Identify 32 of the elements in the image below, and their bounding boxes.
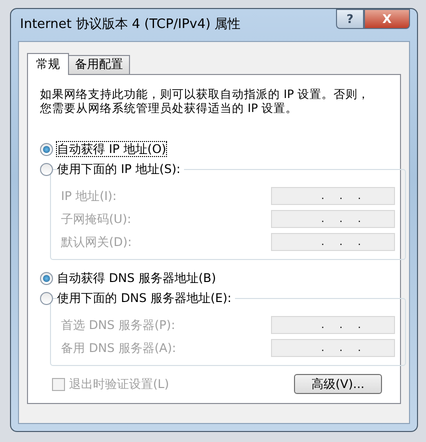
tab[interactable]: 备用配置 <box>68 55 130 74</box>
checkbox-label: 退出时验证设置(L) <box>69 377 170 391</box>
dot-separator: . <box>358 190 361 204</box>
dot-separator: . <box>339 190 343 204</box>
field-label: 默认网关(D): <box>61 234 132 248</box>
dot-separator: . <box>339 212 343 226</box>
radio-label[interactable]: 自动获得 IP 地址(O) <box>57 142 166 156</box>
radio-label[interactable]: 自动获得 DNS 服务器地址(B) <box>57 271 216 285</box>
radio-label[interactable]: 使用下面的 DNS 服务器地址(E): <box>57 291 236 305</box>
field-label: 首选 DNS 服务器(P): <box>61 318 176 332</box>
description-text: 如果网络支持此功能，则可以获取自动指派的 IP 设置。否则， <box>40 87 371 101</box>
dot-separator: . <box>339 236 343 250</box>
dot-separator: . <box>321 212 324 226</box>
field-label: 备用 DNS 服务器(A): <box>61 340 176 354</box>
radio-label[interactable]: 使用下面的 IP 地址(S): <box>57 162 184 176</box>
field-label: 子网掩码(U): <box>61 212 132 226</box>
dot-separator: . <box>339 342 343 356</box>
help-button[interactable]: ? <box>336 9 364 29</box>
dot-separator: . <box>339 318 343 332</box>
window-title: Internet 协议版本 4 (TCP/IPv4) 属性 <box>19 18 241 32</box>
dot-separator: . <box>358 342 361 356</box>
advanced-button[interactable]: 高级(V)... <box>294 374 382 394</box>
dot-separator: . <box>358 212 361 226</box>
dot-separator: . <box>321 342 324 356</box>
field-label: IP 地址(I): <box>61 188 117 202</box>
dot-separator: . <box>321 190 324 204</box>
dot-separator: . <box>358 236 361 250</box>
dot-separator: . <box>321 236 324 250</box>
dot-separator: . <box>321 318 324 332</box>
description-text: 您需要从网络系统管理员处获得适当的 IP 设置。 <box>40 101 299 115</box>
tab[interactable]: 常规 <box>27 53 69 75</box>
dot-separator: . <box>358 318 361 332</box>
